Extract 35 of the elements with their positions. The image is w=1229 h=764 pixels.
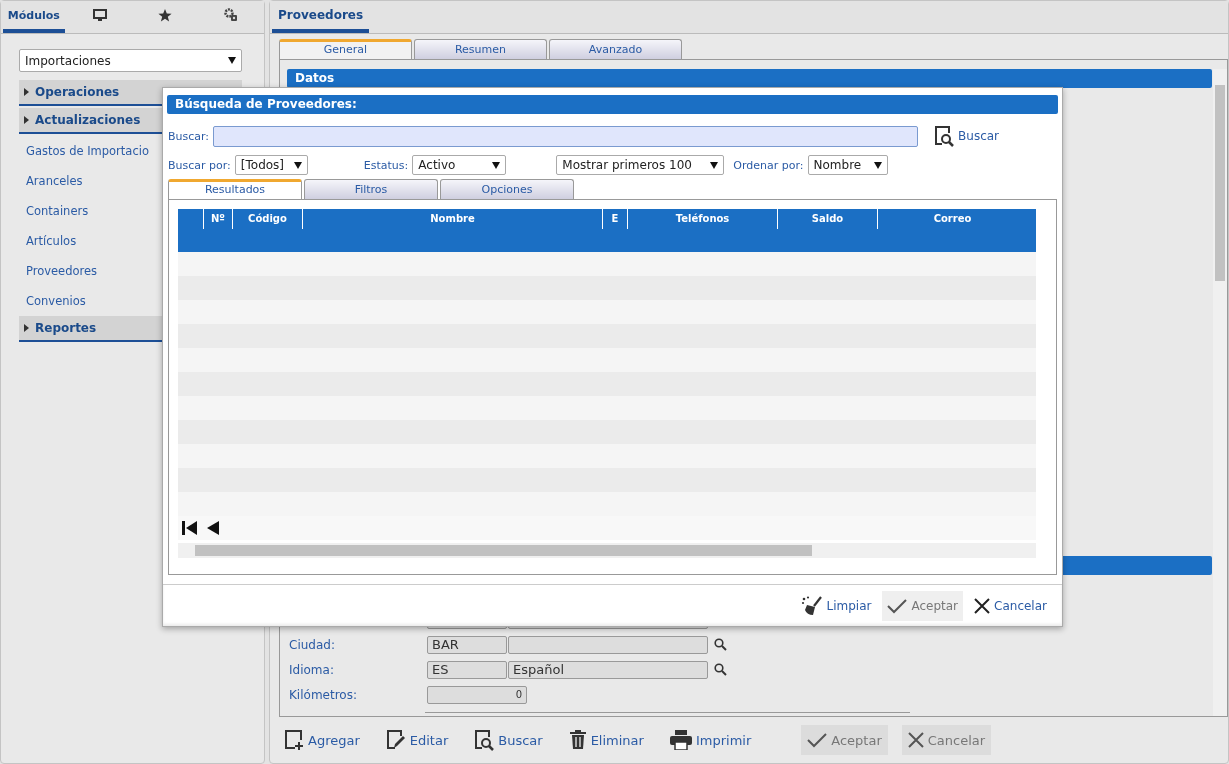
field-label: Kilómetros: (288, 687, 358, 702)
menu-group-label: Actualizaciones (35, 113, 141, 127)
toolbar-button[interactable]: Buscar (468, 725, 549, 755)
toolbar-button[interactable]: Editar (379, 725, 455, 755)
filter-dropdown[interactable]: Nombre (807, 155, 888, 175)
dialog-tab[interactable]: Filtros (304, 179, 438, 199)
input-field[interactable]: Español (508, 660, 708, 679)
input-field[interactable]: ES (427, 660, 507, 679)
field-label: Idioma: (288, 662, 335, 677)
menu-group-label: Operaciones (35, 85, 120, 99)
filter-dropdown[interactable]: Mostrar primeros 100 (556, 155, 725, 175)
search-button[interactable]: Buscar (928, 124, 1006, 148)
toolbar-button[interactable]: Imprimir (663, 725, 758, 755)
toolbar-button[interactable]: Agregar (278, 725, 366, 755)
filter-label: Estatus: (363, 158, 409, 172)
form-tab[interactable]: Avanzado (549, 39, 682, 59)
main-tab[interactable]: Proveedores (272, 1, 370, 33)
filter-dropdown[interactable]: Activo (412, 155, 507, 175)
dialog-title: Búsqueda de Proveedores: (167, 95, 1058, 114)
toolbar-button[interactable]: Eliminar (562, 725, 650, 755)
field-label: Ciudad: (288, 637, 336, 652)
input-field[interactable]: BAR (427, 635, 507, 654)
input-field[interactable]: 0 (427, 685, 527, 704)
dialog-tab[interactable]: Resultados (168, 179, 302, 199)
module-dropdown[interactable]: Importaciones (19, 49, 242, 72)
filter-label: Ordenar por: (733, 158, 804, 172)
form-tab[interactable]: General (279, 39, 412, 59)
filter-label: Buscar por: (168, 158, 231, 172)
filter-dropdown[interactable]: [Todos] (234, 155, 308, 175)
dialog-button[interactable]: Limpiar (795, 590, 877, 621)
section-header: Datos (287, 69, 1212, 88)
form-tab[interactable]: Resumen (414, 39, 547, 59)
dialog-tab[interactable]: Opciones (440, 179, 574, 199)
dialog-button[interactable]: Cancelar (969, 590, 1052, 621)
menu-group-label: Reportes (35, 321, 97, 335)
